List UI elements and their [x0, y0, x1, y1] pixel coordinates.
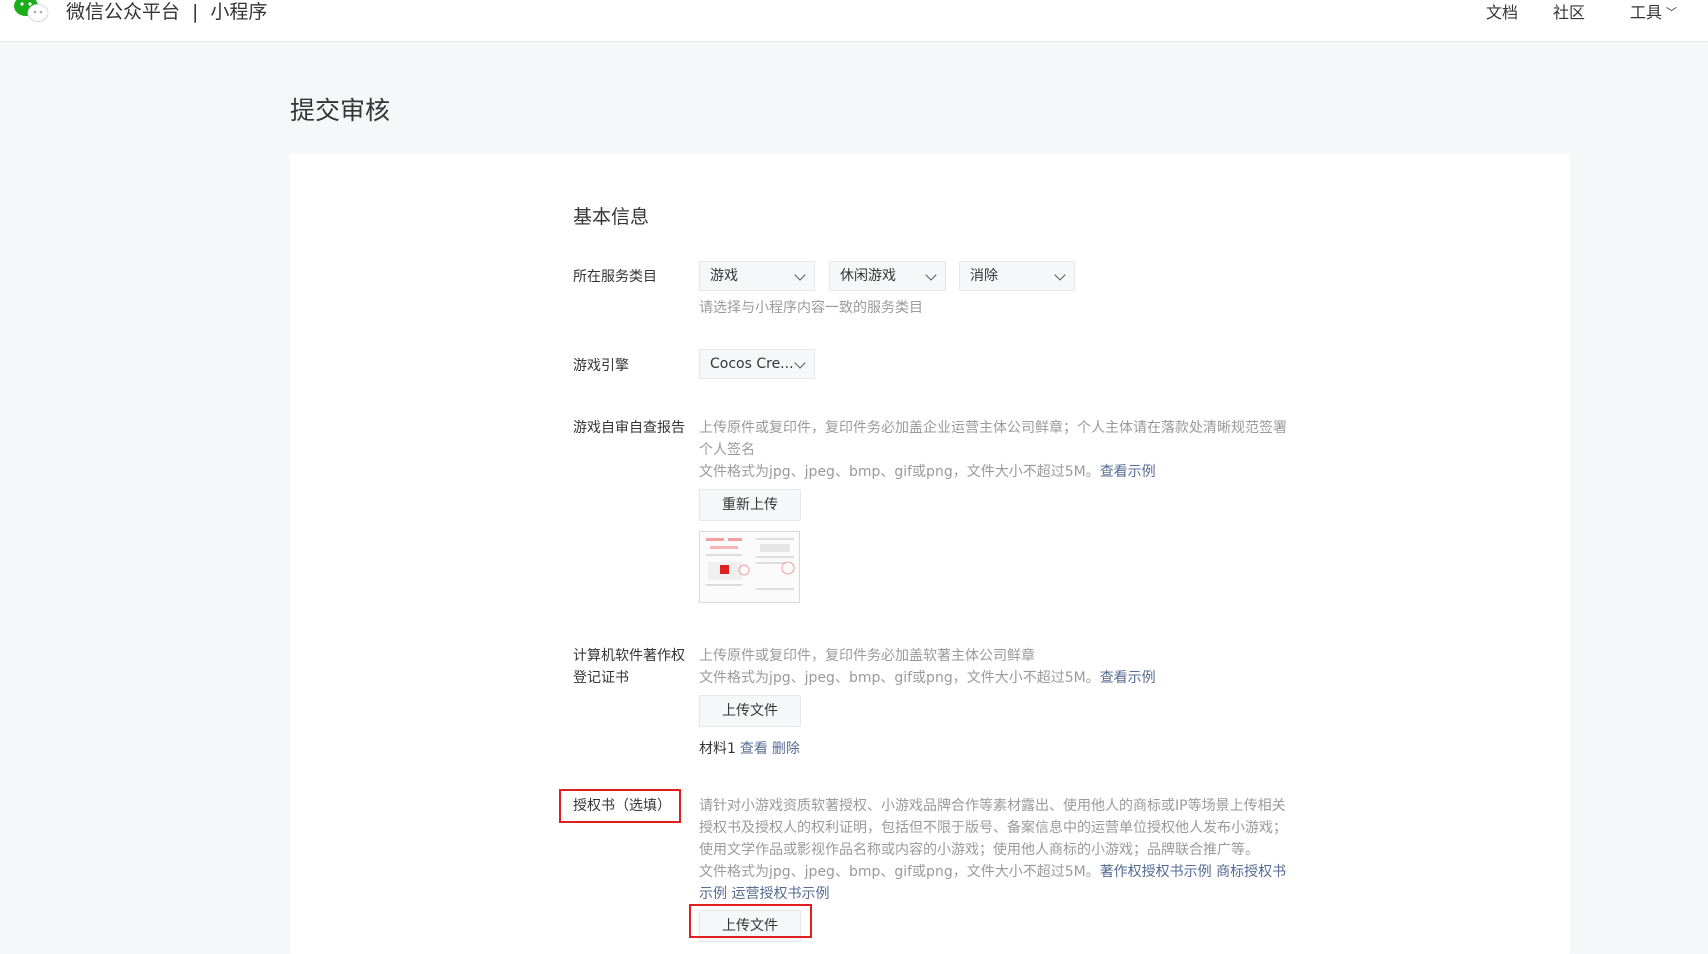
- top-bar: 微信公众平台 | 小程序 文档 社区 工具 ﹀: [0, 0, 1708, 42]
- highlight-box-upload-button: [689, 904, 812, 938]
- material-label: 材料1: [699, 741, 736, 757]
- trademark-auth-example-link[interactable]: 商标授权书: [1216, 864, 1286, 880]
- self-check-report-tip: 上传原件或复印件，复印件务必加盖企业运营主体公司鲜章；个人主体请在落款处清晰规范…: [699, 417, 1294, 483]
- game-engine-value: Cocos Cre...: [710, 356, 794, 372]
- upload-copyright-button[interactable]: 上传文件: [699, 695, 801, 727]
- format-tip-text: 文件格式为jpg、jpeg、bmp、gif或png，文件大小不超过5M。: [699, 864, 1100, 880]
- document-preview-icon: [706, 538, 750, 586]
- operation-auth-example-link[interactable]: 运营授权书示例: [731, 886, 829, 902]
- software-copyright-label: 计算机软件著作权 登记证书: [573, 645, 685, 689]
- category-level2-value: 休闲游戏: [840, 268, 896, 284]
- chevron-down-icon: [1054, 269, 1066, 281]
- chevron-down-icon: [925, 269, 937, 281]
- software-copyright-format-tip: 文件格式为jpg、jpeg、bmp、gif或png，文件大小不超过5M。查看示例: [699, 667, 1294, 689]
- category-level1-select[interactable]: 游戏: [699, 261, 815, 291]
- authorization-tip-line1: 请针对小游戏资质软著授权、小游戏品牌合作等素材露出、使用他人的商标或IP等场景上…: [699, 798, 1286, 814]
- nav-tools-label: 工具: [1630, 3, 1663, 22]
- product-name: 小程序: [210, 1, 268, 23]
- section-title-basic-info: 基本信息: [573, 206, 650, 228]
- category-level2-select[interactable]: 休闲游戏: [829, 261, 946, 291]
- reupload-button[interactable]: 重新上传: [699, 489, 801, 521]
- authorization-links-line: 示例 运营授权书示例: [699, 883, 1294, 905]
- report-thumbnail-1[interactable]: [700, 532, 751, 602]
- page-title: 提交审核: [290, 96, 391, 125]
- self-check-tip-line1: 上传原件或复印件，复印件务必加盖企业运营主体公司鲜章；个人主体请在落款处清晰规范…: [699, 420, 1287, 436]
- material-view-link[interactable]: 查看: [740, 741, 768, 757]
- authorization-label: 授权书（选填）: [573, 798, 671, 814]
- nav-tools-menu[interactable]: 工具 ﹀: [1630, 2, 1677, 24]
- software-copyright-label-line1: 计算机软件著作权: [573, 648, 685, 664]
- category-level3-value: 消除: [970, 268, 998, 284]
- self-check-format-tip: 文件格式为jpg、jpeg、bmp、gif或png，文件大小不超过5M。查看示例: [699, 461, 1294, 483]
- format-tip-text: 文件格式为jpg、jpeg、bmp、gif或png，文件大小不超过5M。: [699, 670, 1100, 686]
- uploaded-report-thumbnails[interactable]: [699, 531, 800, 603]
- category-level1-value: 游戏: [710, 268, 738, 284]
- authorization-tip-line2: 授权书及授权人的权利证明，包括但不限于版号、备案信息中的运营单位授权他人发布小游…: [699, 820, 1287, 836]
- trademark-auth-example-link-cont[interactable]: 示例: [699, 886, 727, 902]
- service-category-label: 所在服务类目: [573, 269, 657, 285]
- category-level3-select[interactable]: 消除: [959, 261, 1075, 291]
- game-engine-label: 游戏引擎: [573, 358, 629, 374]
- copyright-auth-example-link[interactable]: 著作权授权书示例: [1100, 864, 1212, 880]
- software-copyright-tip-text: 上传原件或复印件，复印件务必加盖软著主体公司鲜章: [699, 648, 1035, 664]
- authorization-tip: 请针对小游戏资质软著授权、小游戏品牌合作等素材露出、使用他人的商标或IP等场景上…: [699, 795, 1294, 905]
- service-category-tip: 请选择与小程序内容一致的服务类目: [699, 300, 923, 316]
- document-preview-icon: [756, 538, 795, 590]
- material-delete-link[interactable]: 删除: [772, 741, 800, 757]
- report-thumbnail-2[interactable]: [750, 532, 799, 602]
- self-check-tip-line2: 个人签名: [699, 442, 755, 458]
- chevron-down-icon: [794, 269, 806, 281]
- format-tip-text: 文件格式为jpg、jpeg、bmp、gif或png，文件大小不超过5M。: [699, 464, 1100, 480]
- software-copyright-tip: 上传原件或复印件，复印件务必加盖软著主体公司鲜章 文件格式为jpg、jpeg、b…: [699, 645, 1294, 689]
- material-item: 材料1 查看 删除: [699, 738, 800, 760]
- view-example-link[interactable]: 查看示例: [1100, 670, 1156, 686]
- platform-brand[interactable]: 微信公众平台 | 小程序: [66, 0, 267, 24]
- self-check-report-label: 游戏自审自查报告: [573, 420, 685, 436]
- wechat-logo-icon: [14, 0, 49, 22]
- authorization-format-tip: 文件格式为jpg、jpeg、bmp、gif或png，文件大小不超过5M。著作权授…: [699, 861, 1294, 883]
- brand-name: 微信公众平台: [66, 1, 181, 23]
- brand-separator: |: [192, 1, 199, 23]
- view-example-link[interactable]: 查看示例: [1100, 464, 1156, 480]
- nav-docs-link[interactable]: 文档: [1486, 2, 1518, 24]
- game-engine-select[interactable]: Cocos Cre...: [699, 349, 815, 379]
- chevron-down-icon: ﹀: [1666, 6, 1678, 19]
- nav-community-link[interactable]: 社区: [1553, 2, 1585, 24]
- software-copyright-label-line2: 登记证书: [573, 670, 629, 686]
- chevron-down-icon: [794, 357, 806, 369]
- authorization-tip-line3: 使用文学作品或影视作品名称或内容的小游戏；使用他人商标的小游戏；品牌联合推广等。: [699, 842, 1259, 858]
